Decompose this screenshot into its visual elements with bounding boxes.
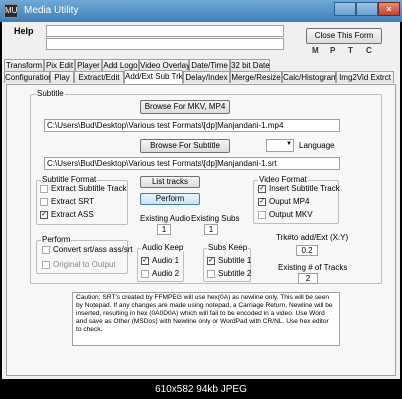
close-form-button[interactable]: Close This Form [306,28,382,44]
extract-subtitle-track-label: Extract Subtitle Track [51,184,127,193]
subtitle-1-label: Subtitle 1 [218,256,252,265]
output-mkv-label: Output MKV [269,210,313,219]
minimize-button[interactable] [334,2,356,16]
tab-extract-edit[interactable]: Extract/Edit [74,71,124,83]
tab-delay-index[interactable]: Delay/Index [183,71,230,83]
close-window-icon[interactable]: × [378,2,400,16]
browse-mkv-button[interactable]: Browse For MKV, MP4 [140,100,230,114]
convert-label: Convert srt/ass ass/srt [53,245,133,254]
app-icon: MU [4,4,18,18]
chevron-down-icon[interactable]: ▼ [286,141,292,147]
track-to-add-field[interactable]: 0.2 [296,245,318,256]
existing-audio-label: Existing Audio [140,214,191,223]
perform-group-label: Perform [41,235,72,244]
list-tracks-button[interactable]: List tracks [140,176,200,188]
convert-checkbox[interactable] [42,246,50,254]
extract-ass-checkbox[interactable]: ✓ [40,211,48,219]
audio-1-checkbox[interactable]: ✓ [141,257,149,265]
subtitle-1-checkbox[interactable]: ✓ [207,257,215,265]
window-title: Media Utility [24,5,79,16]
insert-subtitle-track-checkbox[interactable]: ✓ [258,185,266,193]
extract-srt-checkbox[interactable] [40,198,48,206]
tab-add-ext-sub-trk[interactable]: Add/Ext Sub Trk [124,70,183,84]
extract-srt-label: Extract SRT [51,197,94,206]
tab-pix-edit[interactable]: Pix Edit [44,59,75,71]
help-menu[interactable]: Help [14,26,34,36]
tab-32bit-date[interactable]: 32 bit Date [230,59,270,71]
indicator-p: P [330,46,336,55]
mkv-path-field[interactable]: C:\Users\Bud\Desktop\Various test Format… [44,119,340,132]
tab-player[interactable]: Player [75,59,102,71]
audio-2-checkbox[interactable] [141,270,149,278]
output-mkv-checkbox[interactable] [258,211,266,219]
header-textbox-2[interactable] [46,38,284,50]
audio-keep-label: Audio Keep [141,243,185,252]
existing-subs-label: Existing Subs [191,214,240,223]
existing-tracks-field[interactable]: 2 [298,273,318,284]
tab-calc-histogram[interactable]: Calc/Histogram [282,71,338,83]
extract-ass-label: Extract ASS [51,210,94,219]
output-mp4-checkbox[interactable]: ✓ [258,198,266,206]
existing-subs-value[interactable]: 1 [204,224,218,235]
existing-tracks-label: Existing # of Tracks [278,263,348,272]
original-to-output-checkbox[interactable] [42,261,50,269]
tab-merge-resize[interactable]: Merge/Resize [230,71,282,83]
maximize-button[interactable] [356,2,378,16]
tab-img2vid-extrct[interactable]: Img2Vid Extrct [336,71,394,83]
existing-audio-value[interactable]: 1 [157,224,171,235]
video-format-label: Video Format [258,175,308,184]
subtitle-group-label: Subtitle [36,89,65,98]
indicator-c: C [366,46,372,55]
tab-date-time[interactable]: Date/Time [189,59,230,71]
tab-play[interactable]: Play [50,71,74,83]
indicator-m: M [312,46,319,55]
tab-configuration[interactable]: Configuration [4,71,53,83]
output-mp4-label: Ouput MP4 [269,197,310,206]
insert-subtitle-track-label: Insert Subtitle Track [269,184,340,193]
indicator-t: T [348,46,353,55]
subtitle-format-label: Subtitle Format [41,175,98,184]
language-label: Language [299,141,335,150]
browse-subtitle-button[interactable]: Browse For Subtitle [140,139,230,153]
subs-keep-label: Subs Keep [207,243,249,252]
perform-button[interactable]: Perform [140,193,200,205]
subtitle-2-label: Subtitle 2 [218,269,252,278]
header-textbox-1[interactable] [46,25,284,37]
subtitle-2-checkbox[interactable] [207,270,215,278]
subtitle-path-field[interactable]: C:\Users\Bud\Desktop\Various test Format… [44,157,340,170]
image-info-text: 610x582 94kb JPEG [155,384,247,395]
audio-1-label: Audio 1 [152,256,180,265]
original-to-output-label: Original to Output [53,260,116,269]
audio-2-label: Audio 2 [152,269,180,278]
track-to-add-label: Trk#to add/Ext (X:Y) [276,233,349,242]
tab-transform[interactable]: Transform [4,59,44,71]
extract-subtitle-track-checkbox[interactable] [40,185,48,193]
caution-note: Caution: SRT's created by FFMPEG will us… [72,292,340,346]
